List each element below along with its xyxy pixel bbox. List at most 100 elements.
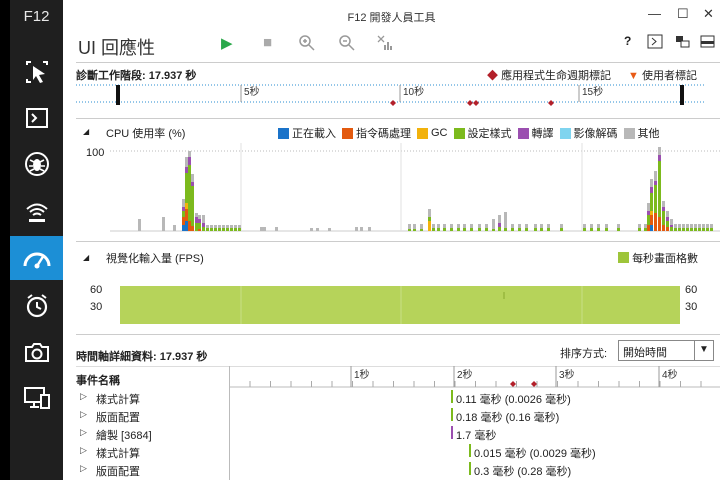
cpu-bar-segment xyxy=(698,224,701,228)
cpu-bar-segment xyxy=(182,211,185,217)
event-name: 版面配置 xyxy=(96,466,140,478)
cpu-bar-segment xyxy=(202,227,205,231)
cpu-bar-segment xyxy=(597,228,600,231)
cpu-bar-segment xyxy=(188,151,191,157)
expand-icon[interactable]: ▷ xyxy=(80,445,87,456)
cpu-bar-segment xyxy=(662,201,665,207)
cpu-legend-swatch xyxy=(517,127,529,139)
cpu-bar-segment xyxy=(511,224,514,228)
cpu-bar-segment xyxy=(420,224,423,229)
cpu-bar-segment xyxy=(650,211,653,215)
cpu-bar-segment xyxy=(583,228,586,231)
emulation-icon[interactable] xyxy=(10,376,63,420)
close-button[interactable]: ✕ xyxy=(703,6,714,22)
cpu-legend-item: 設定樣式 xyxy=(453,125,512,141)
cpu-bar-segment xyxy=(682,224,685,228)
cpu-bar-segment xyxy=(654,185,657,213)
cpu-bar-segment xyxy=(666,211,669,217)
expand-icon[interactable]: ▷ xyxy=(80,463,87,474)
cpu-bar-segment xyxy=(518,228,521,231)
memory-camera-icon[interactable] xyxy=(10,330,63,374)
clear-selection-button[interactable] xyxy=(376,34,394,56)
ui-responsiveness-icon[interactable] xyxy=(10,236,63,280)
cpu-legend-swatch xyxy=(342,127,353,139)
detail-tick-4: 4秒 xyxy=(662,368,678,381)
expand-icon[interactable]: ▷ xyxy=(80,427,87,438)
cpu-bar-segment xyxy=(518,224,521,228)
cpu-bar-segment xyxy=(428,217,431,221)
zoom-out-icon xyxy=(339,35,355,51)
cpu-bar-segment xyxy=(662,211,665,225)
start-profiling-button[interactable]: ▶ xyxy=(221,34,233,52)
cpu-bar-segment xyxy=(682,228,685,231)
debugger-icon[interactable] xyxy=(10,142,63,186)
cpu-bar-segment xyxy=(654,181,657,185)
event-duration-label: 0.18 毫秒 (0.16 毫秒) xyxy=(456,412,560,424)
cpu-bar-segment xyxy=(210,228,213,231)
sort-dropdown[interactable]: 開始時間 ▼ xyxy=(618,340,714,361)
cpu-bar-segment xyxy=(670,227,673,231)
lifecycle-marker xyxy=(467,100,473,106)
cpu-bar-segment xyxy=(185,209,188,221)
cpu-bar-segment xyxy=(185,173,188,203)
console-icon[interactable] xyxy=(10,96,63,140)
cpu-bar-segment xyxy=(650,193,653,211)
fps-chart[interactable] xyxy=(120,286,680,324)
cpu-bar-segment xyxy=(478,228,481,231)
cpu-legend-swatch xyxy=(417,127,428,139)
dock-button[interactable] xyxy=(675,34,690,52)
event-duration-bar[interactable] xyxy=(451,408,453,421)
detail-tick-2: 2秒 xyxy=(457,368,473,381)
undock-button[interactable] xyxy=(700,34,715,52)
fps-collapse-icon[interactable]: ◢ xyxy=(83,253,89,262)
cpu-bar-segment xyxy=(263,227,266,231)
stop-profiling-button[interactable]: ■ xyxy=(263,34,272,51)
cpu-bar-segment xyxy=(463,228,466,231)
help-button[interactable]: ? xyxy=(624,34,631,48)
cpu-bar-segment xyxy=(560,224,563,228)
details-ruler[interactable]: 1秒 2秒 3秒 4秒 xyxy=(230,366,720,388)
cpu-bar-segment xyxy=(650,179,653,187)
dom-explorer-icon[interactable] xyxy=(10,50,63,94)
cpu-bar-segment xyxy=(638,224,641,228)
cpu-legend-swatch xyxy=(559,127,571,139)
profiler-icon[interactable] xyxy=(10,284,63,328)
event-duration-label: 0.11 毫秒 (0.0026 毫秒) xyxy=(456,394,571,406)
event-duration-bar[interactable] xyxy=(451,390,453,403)
user-mark-icon: ▼ xyxy=(628,70,639,82)
network-icon[interactable] xyxy=(10,190,63,234)
cpu-bar-segment xyxy=(195,223,198,231)
console-toggle-button[interactable] xyxy=(647,34,663,52)
cpu-legend-item: 其他 xyxy=(623,125,660,141)
cpu-legend-item: GC xyxy=(417,125,448,141)
event-duration-bar[interactable] xyxy=(451,426,453,439)
cpu-bar-segment xyxy=(658,155,661,161)
zoom-out-button[interactable] xyxy=(338,34,356,56)
cpu-bar-segment xyxy=(710,224,713,228)
cpu-bar-segment xyxy=(191,182,194,186)
expand-icon[interactable]: ▷ xyxy=(80,391,87,402)
cpu-chart[interactable] xyxy=(110,143,720,233)
maximize-button[interactable]: ☐ xyxy=(677,6,689,22)
expand-icon[interactable]: ▷ xyxy=(80,409,87,420)
cpu-bar-segment xyxy=(498,227,501,231)
cpu-bar-segment xyxy=(355,227,358,231)
cpu-bar-segment xyxy=(218,225,221,228)
session-ruler[interactable]: 5秒 10秒 15秒 xyxy=(76,82,706,110)
minimize-button[interactable]: — xyxy=(648,6,661,21)
fps-y-30-right: 30 xyxy=(685,301,698,313)
cpu-bar-segment xyxy=(238,228,241,231)
cpu-collapse-icon[interactable]: ◢ xyxy=(83,127,89,136)
event-name: 繪製 [3684] xyxy=(96,430,152,442)
event-duration-bar[interactable] xyxy=(469,462,471,475)
cpu-bar-segment xyxy=(138,219,141,231)
event-duration-bar[interactable] xyxy=(469,444,471,457)
cpu-bar-segment xyxy=(694,228,697,231)
cpu-bar-segment xyxy=(525,228,528,231)
cpu-bar-segment xyxy=(428,221,431,231)
cpu-bar-segment xyxy=(210,225,213,228)
event-name-header: 事件名稱 xyxy=(76,375,120,387)
cpu-bar-segment xyxy=(188,157,191,165)
zoom-in-button[interactable] xyxy=(298,34,316,56)
cpu-bar-segment xyxy=(198,223,201,229)
